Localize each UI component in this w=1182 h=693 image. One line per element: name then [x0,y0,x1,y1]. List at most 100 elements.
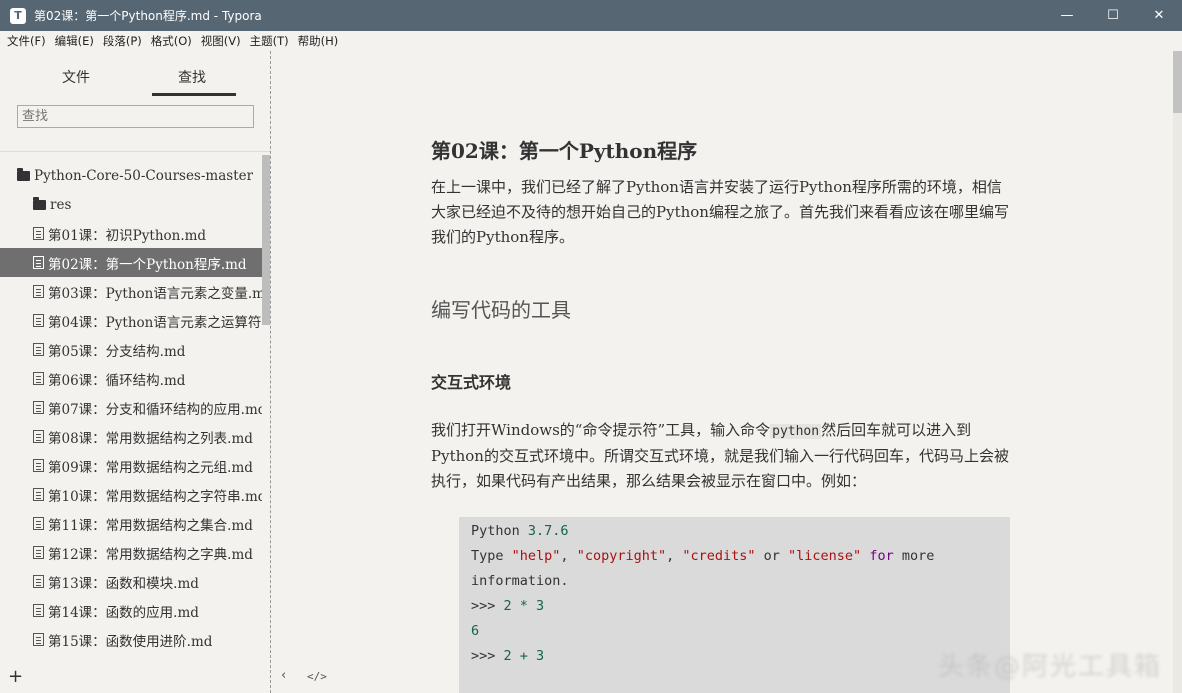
inline-code: python [770,424,822,439]
code-token: >>> [471,598,504,614]
tree-item-label: 第14课：函数的应用.md [48,604,199,621]
sidebar-divider [0,151,270,152]
tree-file[interactable]: 第14课：函数的应用.md [0,596,262,625]
tree-item-label: 第01课：初识Python.md [48,227,207,244]
tree-file[interactable]: 第01课：初识Python.md [0,219,262,248]
title-bar: T 第02课：第一个Python程序.md - Typora — ☐ ✕ [0,0,1182,31]
file-icon [33,517,44,530]
tree-file[interactable]: 第06课：循环结构.md [0,364,262,393]
tree-item-label: 第03课：Python语言元素之变量.md [48,285,262,302]
code-token: "credits" [682,548,756,564]
file-icon [33,459,44,472]
tree-item-label: 第09课：常用数据结构之元组.md [48,459,253,476]
active-tab-indicator [152,93,236,96]
close-button[interactable]: ✕ [1136,0,1182,31]
code-block[interactable]: Python 3.7.6 Type "help", "copyright", "… [459,517,1010,693]
file-icon [33,604,44,617]
file-icon [33,546,44,559]
tree-item-label: 第15课：函数使用进阶.md [48,633,213,650]
file-icon [33,401,44,414]
editor-scrollbar-thumb[interactable] [1173,51,1182,113]
tree-file[interactable]: 第05课：分支结构.md [0,335,262,364]
file-icon [33,227,44,240]
folder-icon [33,196,46,210]
tree-file[interactable]: 第15课：函数使用进阶.md [0,625,262,654]
tab-files[interactable]: 文件 [62,67,90,87]
tree-item-label: Python-Core-50-Courses-master [34,167,254,184]
tree-file[interactable]: 第08课：常用数据结构之列表.md [0,422,262,451]
file-tree: Python-Core-50-Courses-master res 第01课：初… [0,161,262,661]
menu-help[interactable]: 帮助(H) [294,33,343,49]
tree-file[interactable]: 第10课：常用数据结构之字符串.md [0,480,262,509]
tree-folder-root[interactable]: Python-Core-50-Courses-master [0,161,262,190]
file-icon [33,575,44,588]
code-token: 2 [503,648,512,664]
tree-file[interactable]: 第09课：常用数据结构之元组.md [0,451,262,480]
tree-item-label: 第10课：常用数据结构之字符串.md [48,488,262,505]
code-token: 3 [536,598,545,614]
file-icon [33,372,44,385]
file-icon [33,256,44,269]
tree-file[interactable]: 第04课：Python语言元素之运算符.md [0,306,262,335]
menu-theme[interactable]: 主题(T) [246,33,293,49]
maximize-button[interactable]: ☐ [1090,0,1136,31]
menu-edit[interactable]: 编辑(E) [51,33,98,49]
tree-item-label: 第04课：Python语言元素之运算符.md [48,314,262,331]
menu-format[interactable]: 格式(O) [147,33,196,49]
minimize-button[interactable]: — [1044,0,1090,31]
code-token: "license" [788,548,862,564]
code-token: >>> [471,648,504,664]
file-icon [33,633,44,646]
tree-file[interactable]: 第03课：Python语言元素之变量.md [0,277,262,306]
file-icon [33,430,44,443]
tree-file[interactable]: 第11课：常用数据结构之集合.md [0,509,262,538]
menu-file[interactable]: 文件(F) [3,33,50,49]
source-code-mode-icon[interactable]: </> [307,670,327,683]
tree-item-label: 第02课：第一个Python程序.md [48,256,247,273]
menu-bar: 文件(F) 编辑(E) 段落(P) 格式(O) 视图(V) 主题(T) 帮助(H… [0,31,1182,51]
code-token: "help" [511,548,561,564]
search-input[interactable] [17,105,254,128]
tree-item-label: 第13课：函数和模块.md [48,575,199,592]
code-token: Type [471,548,512,564]
editor-pane[interactable]: 第02课：第一个Python程序 在上一课中，我们已经了解了Python语言并安… [271,51,1182,693]
file-icon [33,285,44,298]
sidebar: 文件 查找 Python-Core-50-Courses-master res … [0,51,271,693]
folder-icon [17,167,30,181]
menu-view[interactable]: 视图(V) [197,33,245,49]
code-token: "copyright" [576,548,667,564]
doc-heading-2: 编写代码的工具 [431,298,571,322]
code-token: 3.7.6 [527,523,569,539]
code-token: , [666,548,683,564]
file-icon [33,488,44,501]
tab-search[interactable]: 查找 [178,67,206,87]
file-icon [33,343,44,356]
code-token: information. [471,573,569,589]
tree-folder-res[interactable]: res [0,190,262,219]
sidebar-tabs: 文件 查找 [0,51,270,97]
editor-scrollbar-track[interactable] [1173,51,1182,693]
back-icon[interactable]: ‹ [281,668,286,683]
code-token: Python [471,523,528,539]
sidebar-scrollbar[interactable] [262,155,270,325]
file-icon [33,314,44,327]
code-token: for [869,548,894,564]
menu-paragraph[interactable]: 段落(P) [99,33,146,49]
tree-file[interactable]: 第07课：分支和循环结构的应用.md [0,393,262,422]
tree-file-active[interactable]: 第02课：第一个Python程序.md [0,248,262,277]
doc-paragraph-interactive: 我们打开Windows的“命令提示符”工具，输入命令 python 然后回车就可以进… [431,418,1011,494]
tree-item-label: 第11课：常用数据结构之集合.md [48,517,253,534]
tree-file[interactable]: 第13课：函数和模块.md [0,567,262,596]
code-token: 3 [536,648,545,664]
doc-heading-3: 交互式环境 [431,373,512,392]
code-token: 2 [503,598,512,614]
tree-file[interactable]: 第12课：常用数据结构之字典.md [0,538,262,567]
text-run: 我们打开Windows的“命令提示符”工具，输入命令 [431,421,771,439]
code-token: + [511,648,537,664]
doc-heading-1: 第02课：第一个Python程序 [431,139,698,163]
code-token: , [560,548,577,564]
window-controls: — ☐ ✕ [1044,0,1182,31]
add-file-button[interactable]: + [8,666,23,687]
watermark: 头条@阿光工具箱 [937,652,1162,682]
typora-app-icon: T [10,7,26,24]
